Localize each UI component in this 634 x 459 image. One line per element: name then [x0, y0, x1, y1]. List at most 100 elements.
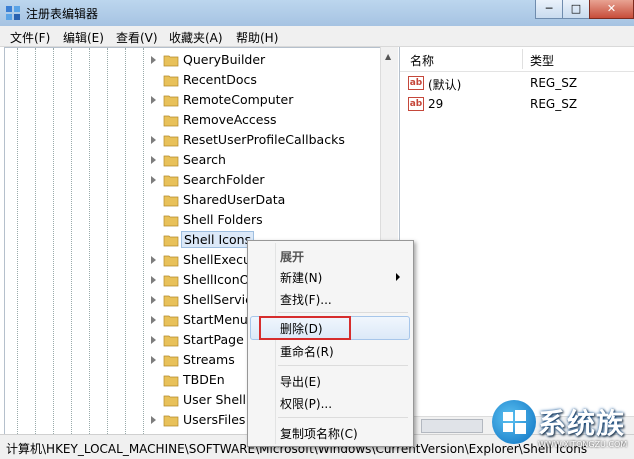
- menu-bar: 文件(F) 编辑(E) 查看(V) 收藏夹(A) 帮助(H): [0, 26, 634, 47]
- minimize-button[interactable]: ─: [535, 0, 563, 19]
- tree-item-label: QueryBuilder: [183, 52, 266, 67]
- scroll-up-icon[interactable]: ▲: [385, 52, 391, 61]
- folder-icon: [163, 275, 179, 287]
- folder-icon: [163, 175, 179, 187]
- tree-item-label: Shell Folders: [183, 212, 263, 227]
- menu-edit[interactable]: 编辑(E): [63, 29, 104, 46]
- folder-icon: [163, 55, 179, 67]
- expand-arrow-icon[interactable]: [151, 256, 156, 264]
- folder-icon: [163, 335, 179, 347]
- expand-arrow-icon[interactable]: [151, 136, 156, 144]
- tree-item-label: SharedUserData: [183, 192, 286, 207]
- expand-arrow-icon[interactable]: [151, 416, 156, 424]
- menu-icon-column: [275, 243, 276, 444]
- tree-item-label: Search: [183, 152, 226, 167]
- close-button[interactable]: ✕: [589, 0, 634, 19]
- tree-item[interactable]: RemoteComputer: [5, 90, 381, 110]
- folder-icon: [163, 215, 179, 227]
- string-value-icon: ab: [408, 97, 424, 111]
- value-name: 29: [428, 97, 444, 111]
- folder-icon: [163, 295, 179, 307]
- menu-file[interactable]: 文件(F): [10, 29, 50, 46]
- tree-item-label: Shell Icons: [181, 231, 255, 248]
- maximize-icon: □: [570, 2, 582, 15]
- tree-item-label: SearchFolder: [183, 172, 265, 187]
- tree-item[interactable]: Search: [5, 150, 381, 170]
- tree-item[interactable]: SearchFolder: [5, 170, 381, 190]
- menu-item-find[interactable]: 查找(F)...: [280, 291, 332, 308]
- tree-item-label: RecentDocs: [183, 72, 257, 87]
- tree-item-label: StartPage: [183, 332, 244, 347]
- folder-icon: [163, 315, 179, 327]
- column-header-type[interactable]: 类型: [530, 52, 554, 69]
- column-separator[interactable]: [522, 49, 523, 69]
- value-type: REG_SZ: [530, 97, 578, 111]
- watermark-url: WWW.XITONGZU.COM: [538, 440, 628, 449]
- menu-item-rename[interactable]: 重命名(R): [280, 343, 334, 360]
- tree-item[interactable]: SharedUserData: [5, 190, 381, 210]
- tree-item-label: ResetUserProfileCallbacks: [183, 132, 345, 147]
- tree-item-label: ShellIconO: [183, 272, 250, 287]
- tree-item-label: User Shell: [183, 392, 246, 407]
- folder-icon: [163, 415, 179, 427]
- tree-item-label: RemoteComputer: [183, 92, 294, 107]
- watermark-brand: 系统族: [538, 407, 626, 440]
- list-header: 名称 类型: [400, 47, 634, 72]
- column-header-name[interactable]: 名称: [410, 52, 434, 69]
- tree-item-label: RemoveAccess: [183, 112, 277, 127]
- menu-separator: [278, 312, 408, 313]
- title-bar: 注册表编辑器 ─ □ ✕: [0, 0, 634, 26]
- registry-editor-icon: [6, 6, 20, 20]
- window-title: 注册表编辑器: [26, 7, 99, 21]
- tree-item[interactable]: Shell Folders: [5, 210, 381, 230]
- context-menu: 展开 新建(N) 查找(F)... 删除(D) 重命名(R) 导出(E) 权限(…: [247, 240, 414, 447]
- menu-separator: [278, 365, 408, 366]
- menu-help[interactable]: 帮助(H): [236, 29, 278, 46]
- tree-item[interactable]: QueryBuilder: [5, 50, 381, 70]
- annotation-highlight-box: [259, 316, 351, 340]
- list-item[interactable]: ab 29 REG_SZ: [400, 94, 634, 114]
- folder-icon: [163, 135, 179, 147]
- folder-icon: [163, 115, 179, 127]
- tree-item-label: UsersFiles: [183, 412, 246, 427]
- list-item[interactable]: ab (默认) REG_SZ: [400, 73, 634, 93]
- menu-item-copy-key-name[interactable]: 复制项名称(C): [280, 425, 358, 442]
- folder-icon: [163, 395, 179, 407]
- folder-icon: [163, 195, 179, 207]
- submenu-arrow-icon: [396, 273, 400, 281]
- tree-item-label: Streams: [183, 352, 235, 367]
- expand-arrow-icon[interactable]: [151, 96, 156, 104]
- menu-item-expand[interactable]: 展开: [280, 248, 304, 265]
- menu-favorites[interactable]: 收藏夹(A): [169, 29, 223, 46]
- windows-flag-icon: [503, 410, 526, 434]
- scrollbar-thumb[interactable]: [421, 419, 483, 433]
- expand-arrow-icon[interactable]: [151, 336, 156, 344]
- tree-item[interactable]: RecentDocs: [5, 70, 381, 90]
- maximize-button[interactable]: □: [562, 0, 590, 19]
- expand-arrow-icon[interactable]: [151, 296, 156, 304]
- expand-arrow-icon[interactable]: [151, 176, 156, 184]
- tree-item-label: ShellExecut: [183, 252, 256, 267]
- folder-icon: [163, 155, 179, 167]
- windows-logo-icon: [492, 400, 536, 444]
- menu-item-new[interactable]: 新建(N): [280, 269, 322, 286]
- folder-icon: [163, 235, 179, 247]
- expand-arrow-icon[interactable]: [151, 276, 156, 284]
- folder-icon: [163, 355, 179, 367]
- tree-item[interactable]: RemoveAccess: [5, 110, 381, 130]
- tree-item-label: StartMenu: [183, 312, 248, 327]
- folder-icon: [163, 255, 179, 267]
- folder-icon: [163, 95, 179, 107]
- expand-arrow-icon[interactable]: [151, 316, 156, 324]
- tree-item[interactable]: ResetUserProfileCallbacks: [5, 130, 381, 150]
- watermark: 系统族 WWW.XITONGZU.COM: [492, 398, 634, 458]
- expand-arrow-icon[interactable]: [151, 56, 156, 64]
- menu-view[interactable]: 查看(V): [116, 29, 158, 46]
- expand-arrow-icon[interactable]: [151, 356, 156, 364]
- menu-item-permissions[interactable]: 权限(P)...: [280, 395, 332, 412]
- value-type: REG_SZ: [530, 76, 578, 90]
- values-list[interactable]: 名称 类型 ab (默认) REG_SZ ab 29 REG_SZ: [399, 47, 634, 433]
- menu-item-export[interactable]: 导出(E): [280, 373, 321, 390]
- tree-item-label: TBDEn: [183, 372, 225, 387]
- expand-arrow-icon[interactable]: [151, 156, 156, 164]
